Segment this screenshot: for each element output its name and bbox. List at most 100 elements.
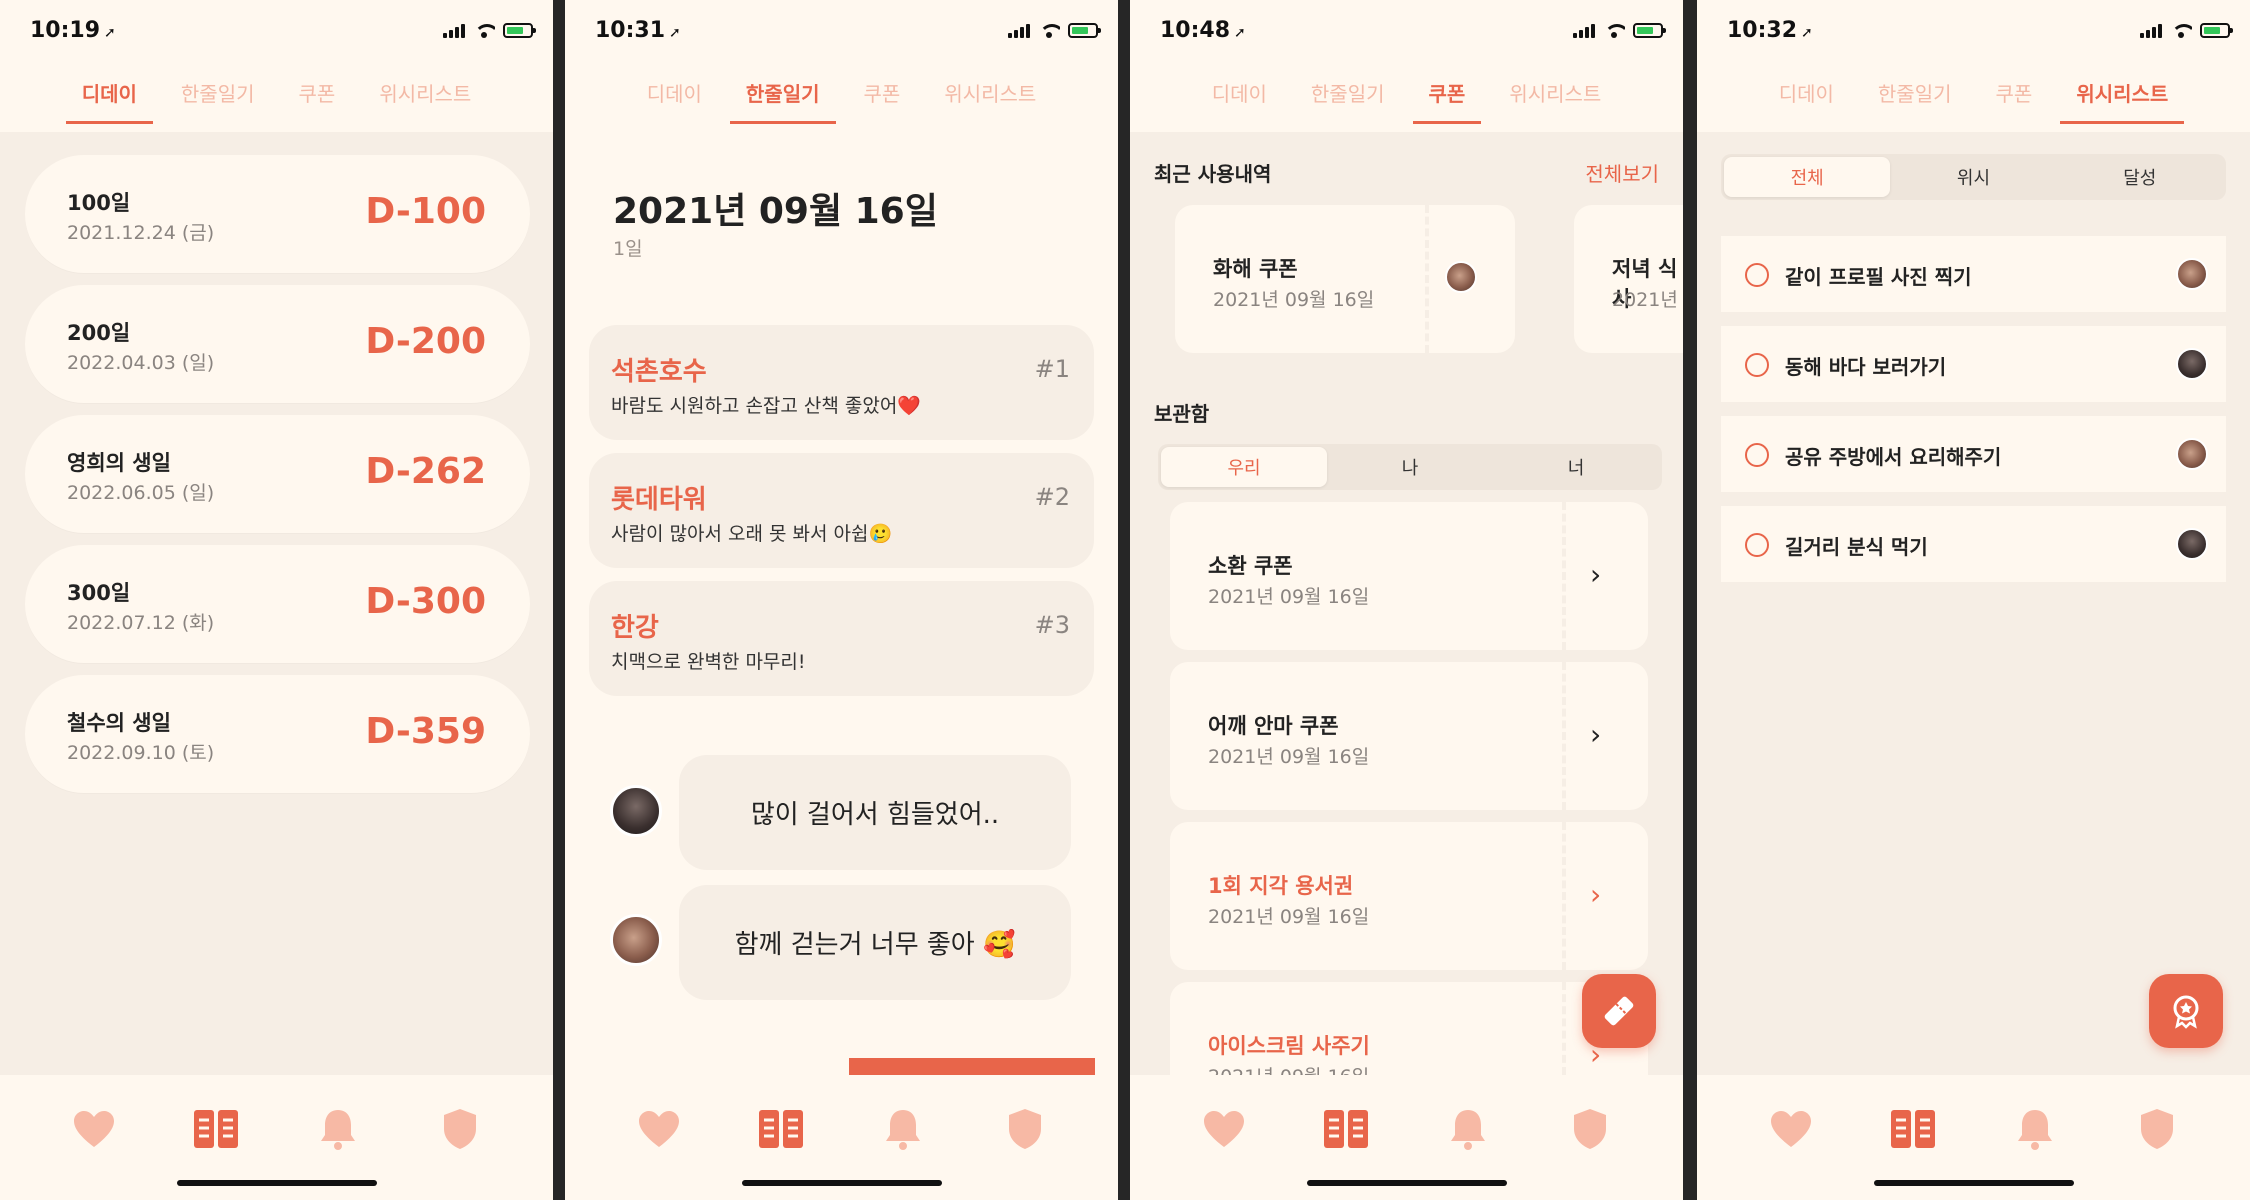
wish-item[interactable]: 같이 프로필 사진 찍기 [1721,236,2226,312]
coupon-add-fab[interactable] [1582,974,1656,1048]
coupon-title: 소환 쿠폰 [1208,554,1293,578]
bell-icon[interactable] [1444,1105,1492,1153]
tab-coupon[interactable]: 쿠폰 [848,70,917,120]
wish-checkbox[interactable] [1745,353,1769,377]
battery-icon [1068,23,1101,38]
chevron-right-icon[interactable]: › [1590,878,1601,911]
status-icons [2140,22,2233,38]
segment-me[interactable]: 나 [1327,447,1493,487]
bell-icon[interactable] [314,1105,362,1153]
heart-icon[interactable] [70,1105,118,1153]
coupon-title: 1회 지각 용서권 [1208,874,1354,898]
top-tabs: 디데이 한줄일기 쿠폰 위시리스트 [0,70,553,124]
tab-diary[interactable]: 한줄일기 [729,70,836,124]
bell-icon[interactable] [2011,1105,2059,1153]
dday-card[interactable]: 200일 2022.04.03 (일) D-200 [25,285,530,403]
wish-item[interactable]: 공유 주방에서 요리해주기 [1721,416,2226,492]
segment-us[interactable]: 우리 [1161,447,1327,487]
shield-icon[interactable] [1566,1105,1614,1153]
tab-wishlist[interactable]: 위시리스트 [1493,70,1617,120]
coupon-title: 화해 쿠폰 [1213,257,1298,281]
diary-entry-title: 한강 [611,613,659,643]
see-all-link[interactable]: 전체보기 [1585,158,1659,187]
wish-item[interactable]: 동해 바다 보러가기 [1721,326,2226,402]
coupon-divider [1562,662,1566,810]
wish-item[interactable]: 길거리 분식 먹기 [1721,506,2226,582]
coupon-card[interactable]: 소환 쿠폰 2021년 09월 16일 › [1170,502,1648,650]
tab-wishlist[interactable]: 위시리스트 [363,70,487,120]
segment-wish[interactable]: 위시 [1890,157,2056,197]
tab-wishlist[interactable]: 위시리스트 [928,70,1052,120]
shield-icon[interactable] [2133,1105,2181,1153]
heart-icon[interactable] [1200,1105,1248,1153]
coupon-card[interactable]: 어깨 안마 쿠폰 2021년 09월 16일 › [1170,662,1648,810]
book-icon[interactable] [192,1105,240,1153]
tab-diary[interactable]: 한줄일기 [1295,70,1401,120]
shield-icon[interactable] [1001,1105,1049,1153]
signal-icon [443,22,465,38]
diary-entry[interactable]: 한강 #3 치맥으로 완벽한 마무리! [589,581,1094,696]
dday-card[interactable]: 영희의 생일 2022.06.05 (일) D-262 [25,415,530,533]
tab-dday[interactable]: 디데이 [1196,70,1283,120]
tab-diary[interactable]: 한줄일기 [1862,70,1968,120]
location-arrow-icon: ➚ [669,25,681,41]
comment-bubble: 함께 걷는거 너무 좋아 🥰 [679,885,1071,1000]
segment-achieved[interactable]: 달성 [2057,157,2223,197]
segment-all[interactable]: 전체 [1724,157,1891,197]
tab-dday[interactable]: 디데이 [631,70,718,120]
wifi-icon [1603,22,1625,38]
chevron-right-icon[interactable]: › [1590,558,1601,591]
diary-entry-number: #1 [1034,355,1070,383]
wish-checkbox[interactable] [1745,263,1769,287]
diary-entry[interactable]: 롯데타워 #2 사람이 많아서 오래 못 봐서 아쉽🥲 [589,453,1094,568]
avatar [610,914,662,966]
status-time: 10:19 ➚ [30,18,116,43]
tab-wishlist[interactable]: 위시리스트 [2060,70,2185,124]
diary-entry-title: 롯데타워 [611,485,707,515]
avatar [2176,438,2208,470]
recent-coupon-card[interactable]: 저녁 식사 2021년 [1574,205,1683,353]
tab-diary[interactable]: 한줄일기 [165,70,271,120]
tab-coupon[interactable]: 쿠폰 [283,70,352,120]
segment-you[interactable]: 너 [1493,447,1659,487]
tab-coupon[interactable]: 쿠폰 [1412,70,1482,124]
tab-coupon[interactable]: 쿠폰 [1980,70,2049,120]
top-tabs: 디데이 한줄일기 쿠폰 위시리스트 [1130,70,1683,124]
diary-entry-number: #2 [1034,483,1070,511]
wish-add-fab[interactable] [2149,974,2223,1048]
signal-icon [1008,22,1030,38]
dday-list: 100일 2021.12.24 (금) D-100 200일 2022.04.0… [25,155,530,805]
dday-date: 2021.12.24 (금) [67,222,215,244]
book-icon[interactable] [757,1105,805,1153]
tab-dday[interactable]: 디데이 [65,70,154,124]
shield-icon[interactable] [436,1105,484,1153]
heart-icon[interactable] [1767,1105,1815,1153]
book-icon[interactable] [1322,1105,1370,1153]
input-bar[interactable] [849,1058,1095,1076]
phone-screen-dday: 10:19 ➚ 디데이 한줄일기 쿠폰 위시리스트 100일 2021.12.24… [0,0,553,1200]
diary-entry[interactable]: 석촌호수 #1 바람도 시원하고 손잡고 산책 좋았어❤️ [589,325,1094,440]
dday-count: D-100 [365,191,486,232]
wish-checkbox[interactable] [1745,443,1769,467]
location-arrow-icon: ➚ [1801,25,1813,41]
dday-card[interactable]: 100일 2021.12.24 (금) D-100 [25,155,530,273]
chevron-right-icon[interactable]: › [1590,718,1601,751]
book-icon[interactable] [1889,1105,1937,1153]
coupon-date: 2021년 09월 16일 [1208,1062,1369,1075]
coupon-title: 어깨 안마 쿠폰 [1208,714,1339,738]
wish-checkbox[interactable] [1745,533,1769,557]
avatar [610,785,662,837]
coupon-card[interactable]: 1회 지각 용서권 2021년 09월 16일 › [1170,822,1648,970]
dday-card[interactable]: 철수의 생일 2022.09.10 (토) D-359 [25,675,530,793]
avatar [2176,528,2208,560]
coupon-card[interactable]: 아이스크림 사주기 2021년 09월 16일 › [1170,982,1648,1075]
heart-icon[interactable] [635,1105,683,1153]
bell-icon[interactable] [879,1105,927,1153]
dday-card[interactable]: 300일 2022.07.12 (화) D-300 [25,545,530,663]
avatar [2176,258,2208,290]
tab-dday[interactable]: 디데이 [1763,70,1850,120]
bottom-nav [0,1075,553,1200]
signal-icon [2140,22,2162,38]
location-arrow-icon: ➚ [104,25,116,41]
recent-coupon-card[interactable]: 화해 쿠폰 2021년 09월 16일 [1175,205,1515,353]
